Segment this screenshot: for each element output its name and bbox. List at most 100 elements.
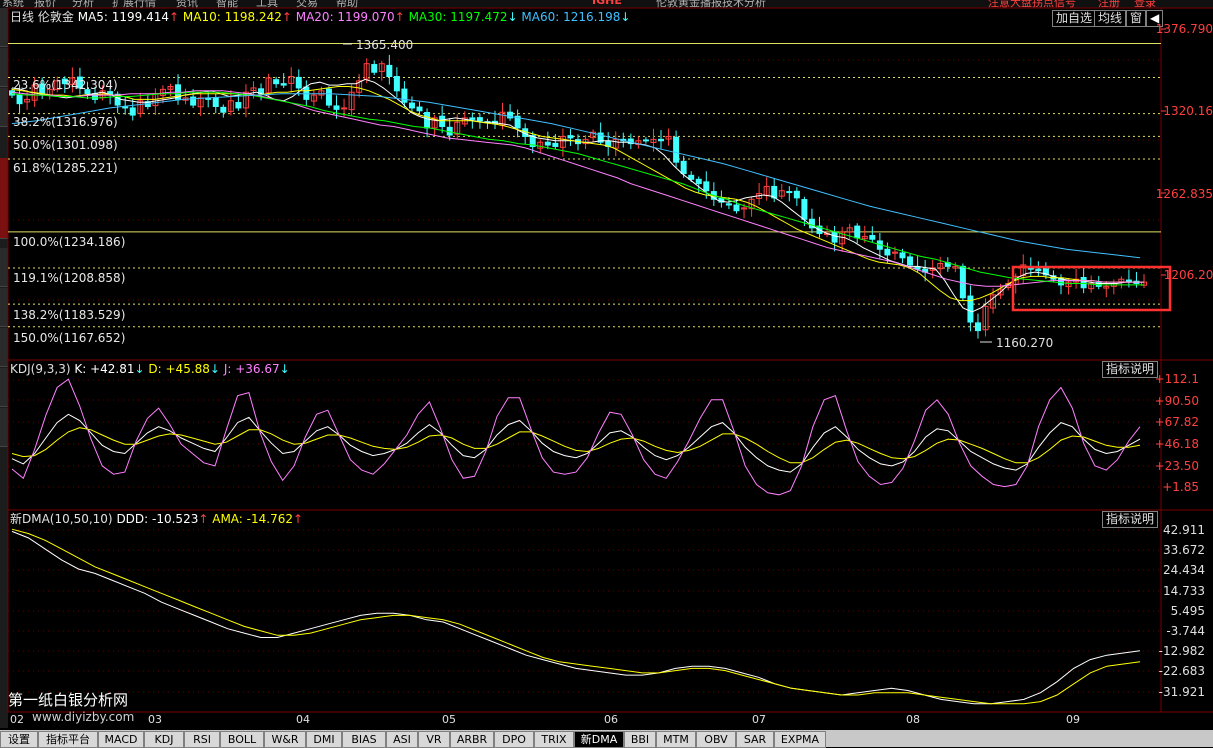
x-axis-month: 05	[442, 713, 456, 726]
x-axis-month: 09	[1066, 713, 1080, 726]
watermark-url: www.diyizby.com	[32, 710, 135, 724]
tab-trix[interactable]: TRIX	[534, 731, 574, 748]
candle-body	[1035, 268, 1042, 272]
candle-body	[333, 105, 340, 110]
candle-body	[393, 76, 400, 92]
candle-body	[703, 181, 710, 192]
high-annotation: 1365.400	[356, 38, 414, 52]
candle-body	[220, 106, 227, 113]
tab-wr[interactable]: W&R	[264, 731, 306, 748]
tab-bbi[interactable]: BBI	[624, 731, 656, 748]
settings-tab[interactable]: 设置	[0, 731, 38, 748]
dma-axis-label: -3.744	[1166, 624, 1205, 638]
fib-label: 38.2%(1316.976)	[13, 115, 118, 129]
x-axis-month: 08	[906, 713, 920, 726]
ma-line-ma30	[11, 91, 1144, 286]
indicator-platform-tab[interactable]: 指标平台	[38, 731, 98, 748]
dma-axis-label: -12.982	[1158, 644, 1205, 658]
kdj-d-arrow: ↓	[209, 362, 220, 376]
tab-vr[interactable]: VR	[418, 731, 450, 748]
candle-body	[733, 204, 740, 212]
kdj-axis-label: +46.18	[1154, 437, 1199, 451]
ma20-readout: MA20: 1199.070	[295, 10, 395, 24]
candle-body	[793, 190, 800, 199]
ma60-arrow: ↓	[620, 10, 631, 24]
window-button[interactable]: 窗	[1126, 10, 1147, 27]
candle-body	[122, 106, 129, 109]
candle-body	[725, 203, 732, 206]
add-watchlist-button[interactable]: 加自选	[1052, 10, 1097, 27]
x-axis-month: 06	[604, 713, 618, 726]
dma-axis-label: -31.921	[1158, 685, 1205, 699]
price-axis-label: 1262.835	[1155, 187, 1213, 201]
dma-axis-label: 5.495	[1170, 604, 1205, 618]
candle-body	[552, 142, 559, 147]
ma20-arrow: ↑	[394, 10, 405, 24]
tab-kdj[interactable]: KDJ	[144, 731, 184, 748]
tab-rsi[interactable]: RSI	[184, 731, 220, 748]
ma5-arrow: ↑	[169, 10, 180, 24]
kdj-axis-label: +23.50	[1154, 459, 1199, 473]
x-axis-month: 03	[148, 713, 162, 726]
kdj-k-arrow: ↓	[134, 362, 145, 376]
symbol-label: 伦敦金	[37, 10, 74, 24]
ma30-arrow: ↓	[507, 10, 518, 24]
candle-body	[476, 117, 483, 122]
ma10-readout: MA10: 1198.242	[182, 10, 282, 24]
x-axis-month: 04	[296, 713, 310, 726]
candle-body	[16, 94, 23, 105]
indicator-tab-bar: 设置 指标平台 MACD KDJ RSI BOLL W&R DMI BIAS ASI VR ARBR D…	[0, 730, 1213, 748]
candle-body	[869, 235, 876, 240]
candle-body	[658, 138, 665, 142]
ma-settings-button[interactable]: 均线	[1094, 10, 1127, 27]
dma-ama-arrow: ↑	[292, 512, 304, 526]
tab-obv[interactable]: OBV	[696, 731, 736, 748]
fib-label: 150.0%(1167.652)	[13, 331, 126, 345]
candle-body	[408, 102, 415, 109]
price-axis-label: 1320.16	[1163, 104, 1213, 118]
tab-dmi[interactable]: DMI	[306, 731, 342, 748]
tab-expma[interactable]: EXPMA	[774, 731, 826, 748]
kdj-axis-label: +1.85	[1162, 480, 1199, 494]
period-label: 日线	[10, 10, 35, 24]
tab-sar[interactable]: SAR	[736, 731, 774, 748]
kdj-axis-label: +90.50	[1154, 394, 1199, 408]
candle-body	[688, 174, 695, 180]
candle-body	[341, 107, 348, 110]
candle-body	[212, 97, 219, 108]
candle-body	[695, 178, 702, 185]
tab-bias[interactable]: BIAS	[342, 731, 386, 748]
x-axis-month: 02	[10, 713, 24, 726]
candle-body	[424, 111, 431, 129]
tab-boll[interactable]: BOLL	[220, 731, 264, 748]
kdj-help-button[interactable]: 指标说明	[1102, 361, 1159, 378]
ma60-readout: MA60: 1216.198	[521, 10, 621, 24]
candle-body	[801, 199, 808, 220]
candle-body	[567, 135, 574, 139]
dma-axis-label: 14.733	[1163, 584, 1205, 598]
tab-arbr[interactable]: ARBR	[450, 731, 494, 748]
dma-help-button[interactable]: 指标说明	[1102, 511, 1159, 528]
tab-asi[interactable]: ASI	[386, 731, 418, 748]
dma-axis-label: 42.911	[1163, 523, 1205, 537]
tab-new-dma[interactable]: 新DMA	[574, 731, 624, 748]
main-header: 日线 伦敦金 MA5: 1199.414↑ MA10: 1198.242↑ MA…	[10, 10, 630, 24]
tab-mtm[interactable]: MTM	[656, 731, 696, 748]
ma-line-ma20	[11, 90, 1144, 287]
kdj-k: K: +42.81	[74, 362, 135, 376]
watermark-title: 第一纸白银分析网	[8, 691, 129, 709]
dma-ddd: DDD: -10.523	[116, 512, 199, 526]
fib-label: 61.8%(1285.221)	[13, 161, 118, 175]
kdj-j-arrow: ↓	[279, 362, 290, 376]
tab-macd[interactable]: MACD	[98, 731, 144, 748]
ma-line-ma5	[11, 78, 1144, 313]
candle-body	[325, 88, 332, 106]
candle-body	[1080, 276, 1087, 289]
dma-name: 新DMA(10,50,10)	[10, 512, 113, 526]
candle-body	[642, 139, 649, 142]
kdj-axis-label: +112.1	[1154, 372, 1199, 386]
tab-dpo[interactable]: DPO	[494, 731, 534, 748]
candle-body	[884, 248, 891, 256]
ma30-readout: MA30: 1197.472	[408, 10, 508, 24]
kdj-d: D: +45.88	[148, 362, 210, 376]
